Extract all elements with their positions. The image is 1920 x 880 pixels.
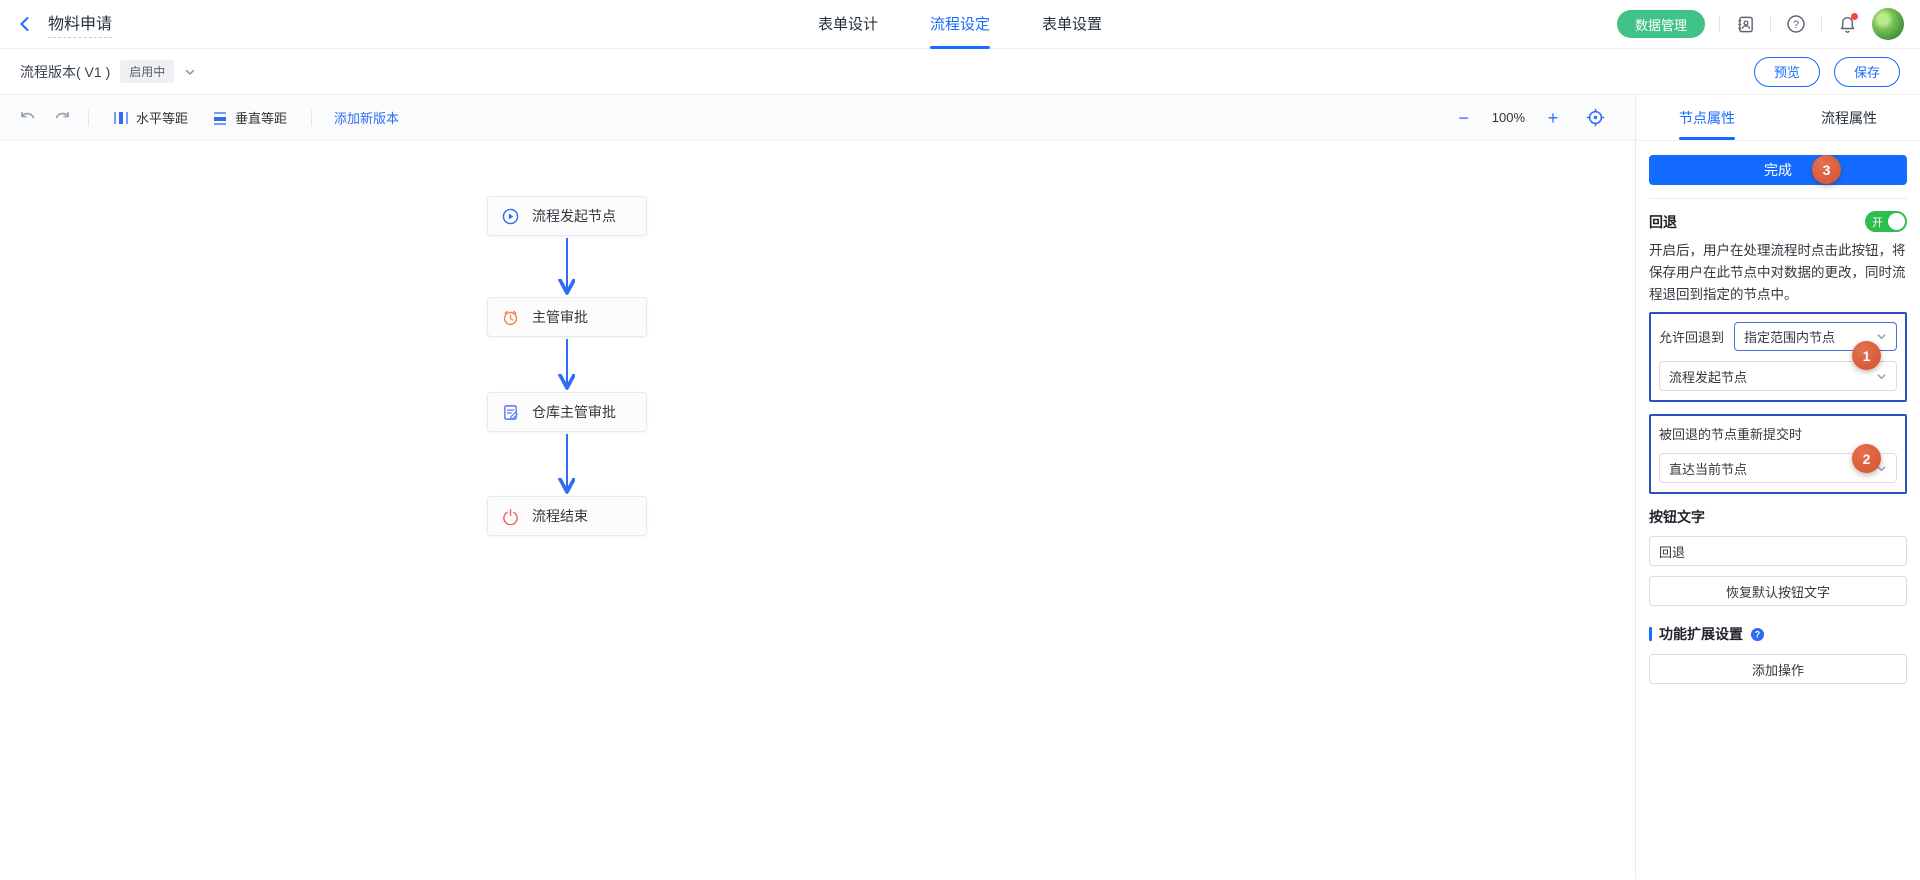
help-filled-icon[interactable]: ? [1750,627,1765,642]
toggle-on-label: 开 [1872,214,1883,230]
resubmit-group: 被回退的节点重新提交时 直达当前节点 2 [1649,414,1907,494]
svg-text:?: ? [1755,629,1760,639]
status-badge: 启用中 [120,60,174,83]
rollback-node-value: 流程发起节点 [1669,367,1747,386]
horizontal-spacing-icon [113,110,129,126]
toggle-knob [1888,213,1905,230]
version-bar: 流程版本( V1 ) 启用中 预览 保存 [0,49,1920,95]
address-book-icon[interactable] [1734,13,1756,35]
tab-form-design[interactable]: 表单设计 [818,0,878,49]
button-text-input[interactable] [1649,536,1907,566]
save-button[interactable]: 保存 [1834,57,1900,87]
rollback-toggle[interactable]: 开 [1865,211,1907,232]
notification-dot [1851,13,1858,20]
divider [1719,16,1720,32]
restore-default-text-button[interactable]: 恢复默认按钮文字 [1649,576,1907,606]
notification-bell-icon[interactable] [1836,13,1858,35]
version-dropdown-caret[interactable] [184,66,196,78]
horizontal-spacing-label: 水平等距 [136,108,188,127]
flow-node-start[interactable]: 流程发起节点 [487,196,647,236]
flow-toolbar: 水平等距 垂直等距 添加新版本 − 100% + [0,95,1635,141]
rollback-section-title: 回退 [1649,212,1677,232]
rollback-description: 开启后，用户在处理流程时点击此按钮，将保存用户在此节点中对数据的更改，同时流程退… [1649,240,1907,306]
zoom-out-button[interactable]: − [1454,108,1474,128]
flow-canvas[interactable]: 流程发起节点 主管审批 仓库主管审批 [0,141,1635,879]
resubmit-value: 直达当前节点 [1669,459,1747,478]
flow-node-warehouse-approval[interactable]: 仓库主管审批 [487,392,647,432]
chevron-left-icon [16,15,34,33]
play-circle-icon [502,208,519,225]
divider [1770,16,1771,32]
horizontal-spacing-button[interactable]: 水平等距 [113,108,188,127]
add-version-button[interactable]: 添加新版本 [334,108,399,127]
allow-rollback-label: 允许回退到 [1659,327,1724,346]
zoom-level: 100% [1492,110,1525,125]
page-title[interactable]: 物料申请 [48,10,112,38]
version-label: 流程版本( V1 ) [20,62,110,82]
redo-button[interactable] [48,104,76,132]
tab-flow-properties[interactable]: 流程属性 [1778,95,1920,140]
panel-tabs: 节点属性 流程属性 [1636,95,1920,141]
properties-panel: 节点属性 流程属性 完成 3 回退 开 开启后，用户在处理流程时点击此按钮，将保… [1635,95,1920,879]
app-header: 物料申请 表单设计 流程设定 表单设置 数据管理 ? [0,0,1920,49]
annotation-badge-2: 2 [1852,444,1881,473]
extension-settings-title: 功能扩展设置 [1659,624,1743,644]
flow-connectors [0,141,1635,879]
finish-button-label: 完成 [1764,162,1792,178]
annotation-badge-1: 1 [1852,341,1881,370]
allow-rollback-group: 允许回退到 指定范围内节点 流程发起节点 1 [1649,312,1907,402]
rollback-range-value: 指定范围内节点 [1744,327,1835,346]
flow-node-manager-approval[interactable]: 主管审批 [487,297,647,337]
undo-button[interactable] [14,104,42,132]
chevron-down-icon [1876,331,1887,342]
main-tabs: 表单设计 流程设定 表单设置 [818,0,1102,49]
vertical-spacing-icon [212,110,228,126]
document-edit-icon [502,404,519,421]
tab-form-setup[interactable]: 表单设置 [1042,0,1102,49]
alarm-clock-icon [502,309,519,326]
resubmit-label: 被回退的节点重新提交时 [1659,424,1897,443]
avatar[interactable] [1872,8,1904,40]
vertical-spacing-button[interactable]: 垂直等距 [212,108,287,127]
finish-button[interactable]: 完成 3 [1649,155,1907,185]
flow-work-area: 水平等距 垂直等距 添加新版本 − 100% + [0,95,1635,879]
header-actions: 数据管理 ? [1617,8,1904,40]
preview-button[interactable]: 预览 [1754,57,1820,87]
svg-text:?: ? [1793,19,1799,31]
divider [311,110,312,126]
node-label: 流程发起节点 [532,206,616,226]
zoom-in-button[interactable]: + [1543,108,1563,128]
help-icon[interactable]: ? [1785,13,1807,35]
back-button[interactable] [16,15,34,33]
divider [1649,198,1907,199]
divider [88,110,89,126]
chevron-down-icon [1876,371,1887,382]
locate-center-icon[interactable] [1581,104,1609,132]
node-label: 仓库主管审批 [532,402,616,422]
add-action-button[interactable]: 添加操作 [1649,654,1907,684]
node-label: 主管审批 [532,307,588,327]
tab-node-properties[interactable]: 节点属性 [1636,95,1778,140]
vertical-spacing-label: 垂直等距 [235,108,287,127]
button-text-label: 按钮文字 [1649,507,1907,527]
node-label: 流程结束 [532,506,588,526]
data-manage-button[interactable]: 数据管理 [1617,10,1705,38]
tab-flow-settings[interactable]: 流程设定 [930,0,990,49]
divider [1821,16,1822,32]
annotation-badge-3: 3 [1812,155,1841,184]
section-accent-bar [1649,627,1652,641]
flow-node-end[interactable]: 流程结束 [487,496,647,536]
node-properties-body: 完成 3 回退 开 开启后，用户在处理流程时点击此按钮，将保存用户在此节点中对数… [1636,141,1920,698]
power-icon [502,508,519,525]
